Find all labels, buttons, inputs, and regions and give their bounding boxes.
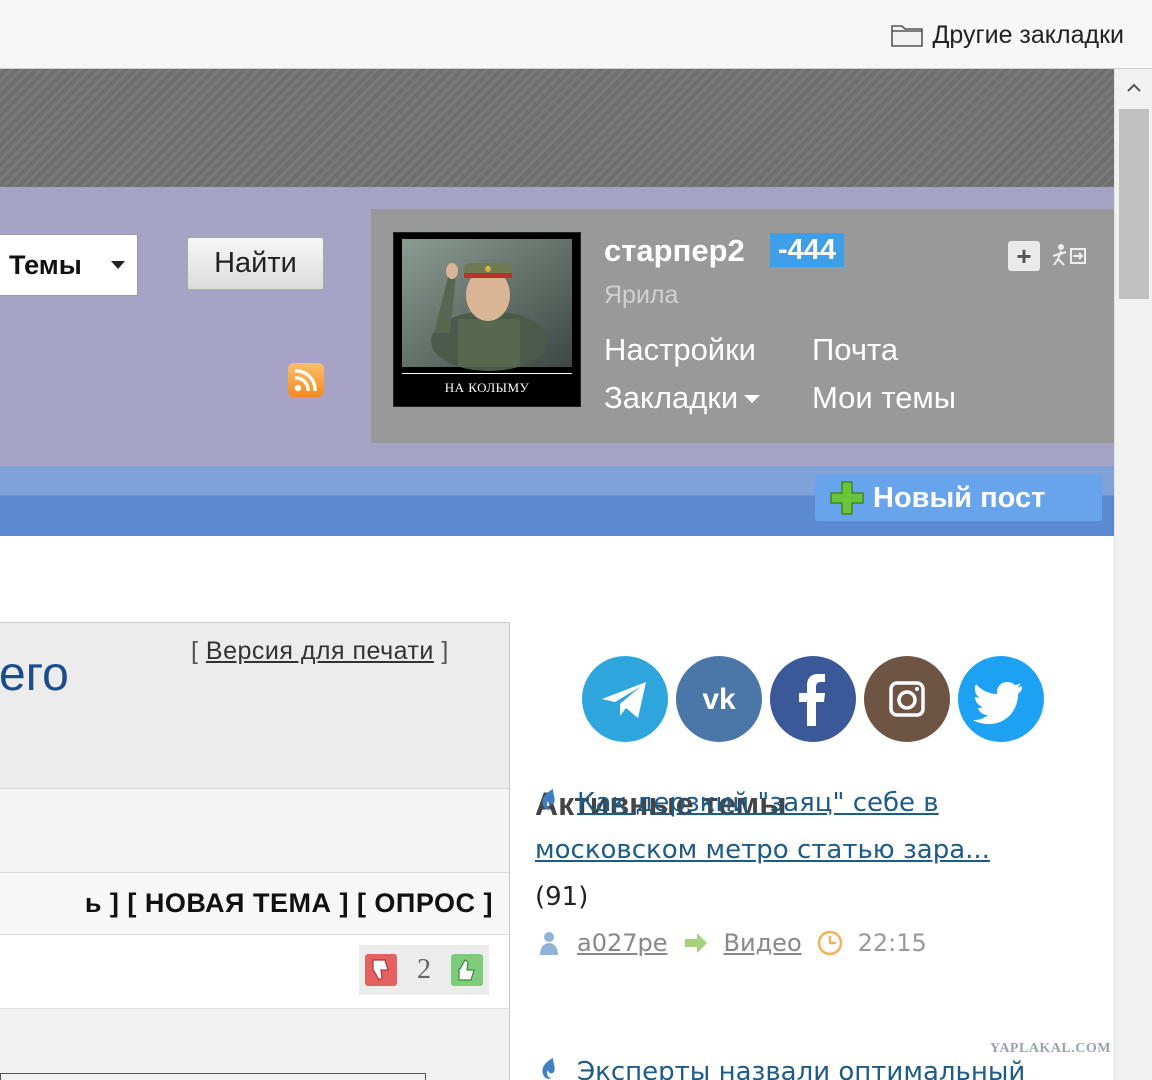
topic-meta: a027pe Видео 22:15 <box>535 920 1095 966</box>
active-topic-title-cont: московском метро статью зара... <box>535 827 1095 874</box>
avatar[interactable]: НА КОЛЫМУ <box>393 232 581 407</box>
rss-icon[interactable] <box>288 363 324 397</box>
active-topic-link-line2[interactable]: московском метро статью зара... <box>535 835 990 865</box>
add-icon[interactable]: + <box>1008 241 1040 271</box>
bracket-close: ] <box>441 637 449 665</box>
browser-window: Другие закладки Темы Найти НА КОЛЫМУ ста… <box>0 0 1152 1080</box>
user-status: Ярила <box>604 281 679 309</box>
topic-info-row <box>0 789 509 873</box>
other-bookmarks-label: Другие закладки <box>932 20 1124 49</box>
chevron-down-icon <box>111 261 125 269</box>
settings-link[interactable]: Настройки <box>604 332 756 368</box>
active-topic-item: Как дерзкий "заяц" себе в московском мет… <box>535 780 1095 966</box>
thumb-up-icon[interactable] <box>451 954 483 986</box>
other-bookmarks-button[interactable]: Другие закладки <box>890 18 1124 52</box>
mail-link[interactable]: Почта <box>812 332 898 368</box>
active-topic-title: Как дерзкий "заяц" себе в <box>535 780 1095 827</box>
telegram-icon[interactable] <box>582 656 668 742</box>
site-watermark: YAPLAKAL.COM <box>990 1041 1111 1056</box>
rating-group: 2 <box>359 945 489 995</box>
reply-field[interactable] <box>0 1073 426 1080</box>
chevron-up-icon[interactable] <box>1115 69 1152 107</box>
topic-actions[interactable]: ь ] [ НОВАЯ ТЕМА ] [ ОПРОС ] <box>0 873 509 935</box>
bookmarks-bar: Другие закладки <box>0 0 1152 69</box>
search-scope-value: Темы <box>9 249 82 280</box>
topic-box: его [ Версия для печати ] ь ] [ НОВАЯ ТЕ… <box>0 622 510 1080</box>
svg-text:vk: vk <box>702 683 736 716</box>
web-page: Темы Найти НА КОЛЫМУ старпер2 -444 Ярила… <box>0 69 1114 1080</box>
user-panel: НА КОЛЫМУ старпер2 -444 Ярила Настройки … <box>371 209 1114 443</box>
active-topic-link-line1[interactable]: Эксперты назвали оптимальный <box>577 1057 1025 1080</box>
instagram-icon[interactable] <box>864 656 950 742</box>
reply-count: (91) <box>535 882 589 912</box>
bookmarks-dropdown[interactable]: Закладки <box>604 380 761 416</box>
new-post-button[interactable]: Новый пост <box>815 475 1102 521</box>
hot-topic-icon <box>535 787 563 815</box>
social-links: vk <box>582 656 1044 742</box>
bracket-open: [ <box>191 637 199 665</box>
facebook-icon[interactable] <box>770 656 856 742</box>
topic-title: его <box>0 648 69 701</box>
logout-icon[interactable] <box>1049 241 1091 271</box>
section-link[interactable]: Видео <box>724 920 802 966</box>
bookmarks-label: Закладки <box>604 380 739 415</box>
topic-rating-row: 2 <box>0 935 509 1009</box>
clock-icon <box>816 929 844 957</box>
user-icon <box>535 929 563 957</box>
search-button[interactable]: Найти <box>187 237 324 290</box>
twitter-icon[interactable] <box>958 656 1044 742</box>
rating-count: 2 <box>417 954 431 985</box>
chevron-down-icon <box>744 395 761 403</box>
my-topics-link[interactable]: Мои темы <box>812 380 956 416</box>
print-version-link[interactable]: Версия для печати <box>206 637 434 665</box>
new-post-label: Новый пост <box>873 481 1046 514</box>
thumb-down-icon[interactable] <box>365 954 397 986</box>
username-link[interactable]: старпер2 <box>604 233 745 269</box>
vk-icon[interactable]: vk <box>676 656 762 742</box>
green-plus-icon <box>829 480 865 516</box>
karma-badge: -444 <box>770 233 845 267</box>
active-topic-link-line1[interactable]: Как дерзкий "заяц" себе в <box>577 788 939 818</box>
folder-icon <box>890 21 924 49</box>
header-stripe <box>0 69 1114 187</box>
scroll-thumb[interactable] <box>1119 109 1149 299</box>
print-version: [ Версия для печати ] <box>191 637 449 666</box>
topic-header: его [ Версия для печати ] <box>0 623 509 789</box>
hot-topic-icon <box>535 1056 563 1080</box>
nav-strip: Новый пост <box>0 466 1114 536</box>
vertical-scrollbar[interactable] <box>1114 69 1152 1080</box>
author-link[interactable]: a027pe <box>577 920 668 966</box>
avatar-caption: НА КОЛЫМУ <box>444 380 530 395</box>
topic-time: 22:15 <box>857 929 927 957</box>
search-scope-select[interactable]: Темы <box>0 234 138 296</box>
arrow-right-icon <box>682 929 710 957</box>
